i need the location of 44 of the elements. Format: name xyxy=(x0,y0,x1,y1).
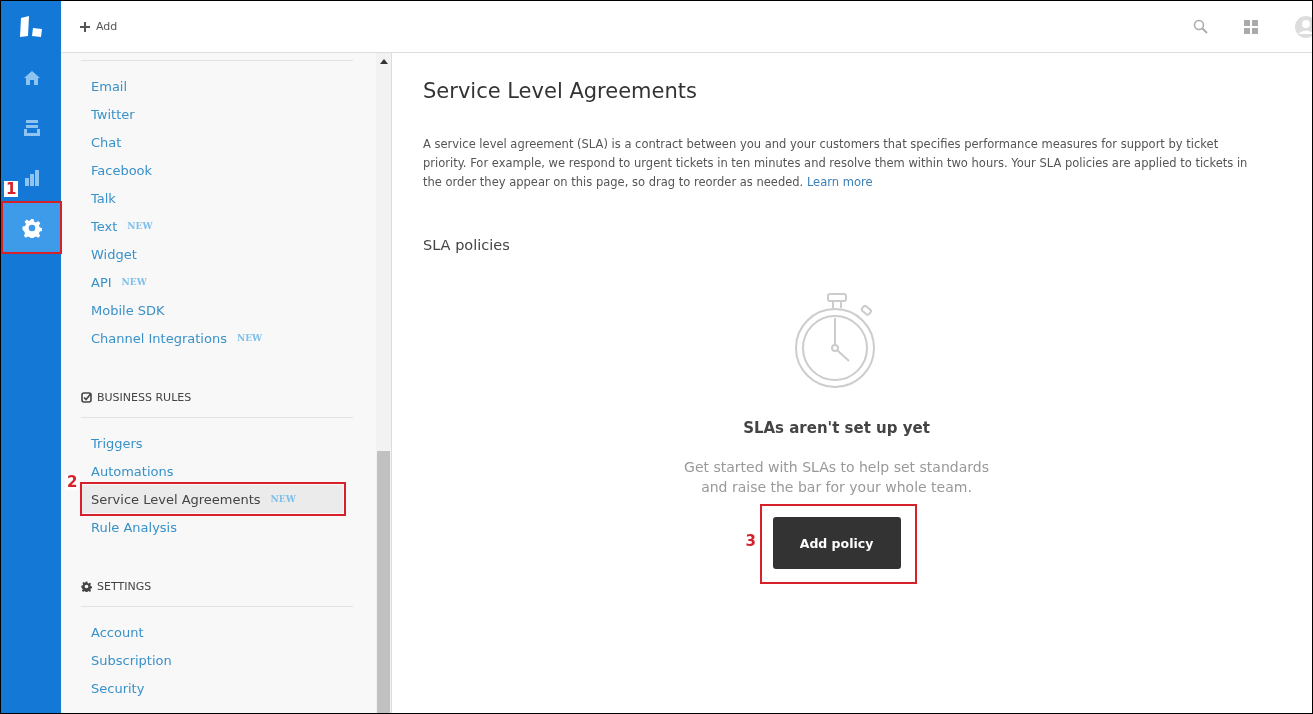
empty-state-text: Get started with SLAs to help set standards and raise the bar for your whole team. xyxy=(684,458,989,497)
sidebar-item[interactable]: Chat xyxy=(81,128,343,156)
step-number: 3 xyxy=(743,533,758,549)
sidebar-item[interactable]: Email xyxy=(81,72,343,100)
section-heading: BUSINESS RULES xyxy=(97,391,192,404)
add-button[interactable]: Add xyxy=(80,20,118,33)
sidebar-item[interactable]: Triggers xyxy=(81,429,343,457)
apps-grid-icon[interactable] xyxy=(1244,19,1258,34)
search-icon[interactable] xyxy=(1193,19,1208,34)
sidebar-item[interactable]: Facebook xyxy=(81,156,343,184)
sidebar-item[interactable]: Widget xyxy=(81,240,343,268)
sidebar-item[interactable]: Security xyxy=(81,674,343,702)
settings-icon xyxy=(21,218,42,238)
avatar-icon[interactable] xyxy=(1294,14,1312,39)
step-number: 2 xyxy=(65,474,80,490)
inbox-icon xyxy=(21,118,42,138)
section-title: SLA policies xyxy=(423,237,511,253)
gear-icon xyxy=(81,581,92,592)
new-label: NEW xyxy=(127,221,153,231)
add-policy-button[interactable]: Add policy xyxy=(772,517,901,569)
learn-more-link[interactable]: Learn more xyxy=(806,175,873,189)
sidebar-item[interactable]: Talk xyxy=(81,184,343,212)
plus-icon xyxy=(80,21,90,32)
new-label: NEW xyxy=(270,494,296,504)
sidebar-item[interactable]: Twitter xyxy=(81,100,343,128)
sidebar-item[interactable]: Channel Integrations NEW xyxy=(81,324,343,352)
new-label: NEW xyxy=(121,277,147,287)
checkbox-icon xyxy=(81,392,92,403)
sidebar-item[interactable]: API NEW xyxy=(81,268,343,296)
step-number: 1 xyxy=(4,181,19,197)
sidebar-item[interactable]: Account xyxy=(81,618,343,646)
sidebar-item[interactable]: Mobile SDK xyxy=(81,296,343,324)
section-heading: SETTINGS xyxy=(97,580,152,593)
highlight-frame xyxy=(1,201,62,254)
scrollbar-thumb[interactable] xyxy=(377,451,390,713)
sidebar-item[interactable]: Text NEW xyxy=(81,212,343,240)
scroll-up-icon[interactable] xyxy=(379,59,388,64)
empty-state-heading: SLAs aren't set up yet xyxy=(743,419,930,437)
sidebar-item[interactable]: Rule Analysis xyxy=(81,513,343,541)
description-text: A service level agreement (SLA) is a contract between you and your customers that specifies performance measures for support by ticket priority. For example, we respond to urgent tickets in ten minutes and resolve them within two hours. Your SLA policies are applied to tickets in the order they appear on this page, so drag to reorder as needed. Learn more xyxy=(423,136,1249,191)
new-label: NEW xyxy=(236,333,263,343)
sidebar-item[interactable]: Subscription xyxy=(81,646,343,674)
page-title: Service Level Agreements xyxy=(423,79,698,103)
logo-icon[interactable] xyxy=(18,16,44,38)
